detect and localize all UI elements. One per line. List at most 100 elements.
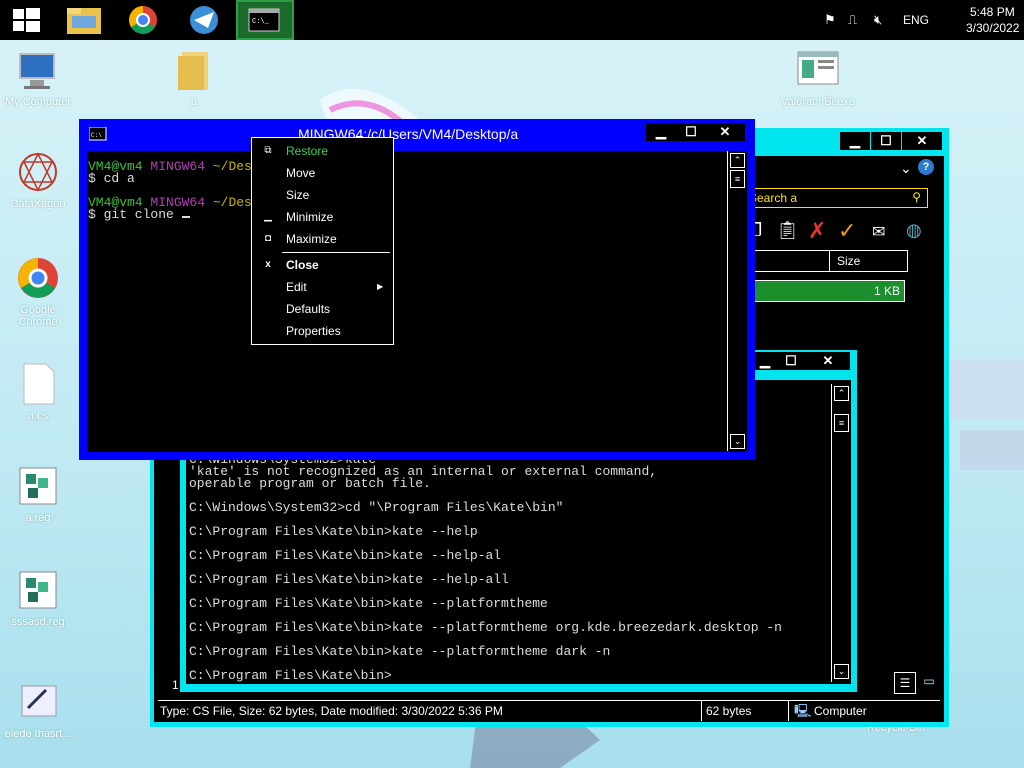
folder-icon bbox=[67, 8, 101, 34]
menu-item-minimize[interactable]: ▁ Minimize bbox=[252, 207, 393, 227]
menu-item-restore[interactable]: ⧉ Restore bbox=[252, 141, 393, 161]
desktop-icon-my-computer[interactable]: My Computer bbox=[0, 48, 76, 108]
console-line: C:\Program Files\Kate\bin>kate --help-al bbox=[189, 548, 502, 563]
menu-item-maximize[interactable]: ◘ Maximize bbox=[252, 229, 393, 249]
desktop-icon-chrome[interactable]: Google Chrome bbox=[0, 256, 76, 328]
maximize-icon: ◘ bbox=[264, 233, 272, 244]
maximize-button[interactable]: ☐ bbox=[871, 132, 901, 150]
close-icon: x bbox=[265, 259, 271, 270]
executable-icon bbox=[797, 51, 839, 85]
minimize-icon: ▁ bbox=[264, 211, 272, 222]
minimize-button[interactable]: ▁ bbox=[646, 123, 676, 141]
app-icon bbox=[190, 6, 218, 34]
volume-icon[interactable]: 🔇︎ bbox=[874, 12, 882, 28]
windows-logo-icon bbox=[13, 8, 40, 32]
page-number: 1 bbox=[172, 678, 179, 692]
help-icon[interactable]: ? bbox=[918, 159, 934, 175]
registry-file-icon bbox=[19, 571, 57, 609]
clock-date[interactable]: 3/30/2022 bbox=[966, 21, 1019, 35]
menu-item-close[interactable]: x Close bbox=[252, 255, 393, 275]
search-icon: ⚲ bbox=[912, 190, 921, 204]
scroll-down-icon[interactable]: ⌄ bbox=[730, 434, 745, 449]
toolbar: ❐ 📋︎ ✗ ✓ ✉ ◍ bbox=[746, 216, 940, 246]
desktop-icon-dataxagon[interactable]: DataXagon bbox=[0, 150, 76, 210]
clock-time[interactable]: 5:48 PM bbox=[970, 5, 1015, 19]
check-icon[interactable]: ✓ bbox=[838, 218, 856, 244]
start-button[interactable] bbox=[0, 0, 58, 40]
scroll-thumb[interactable]: ≡ bbox=[834, 414, 849, 432]
system-tray: ⚑ ⎍ 🔇︎ ENG 5:48 PM 3/30/2022 bbox=[824, 0, 1024, 40]
desktop-icon-label: DataXagon bbox=[10, 198, 66, 210]
desktop-icon-folder-a[interactable]: a bbox=[156, 48, 232, 108]
close-button[interactable]: ✕ bbox=[902, 132, 942, 150]
desktop-icon-label: Valorant Bi.exe bbox=[781, 96, 855, 108]
vertical-scrollbar[interactable]: ⌃ ≡ ⌄ bbox=[831, 384, 850, 682]
terminal-icon: C:\_ bbox=[248, 8, 280, 32]
mingw-console[interactable]: VM4@vm4 MINGW64 ~/Desktop/a $ cd a VM4@v… bbox=[87, 151, 747, 452]
scroll-up-icon[interactable]: ⌃ bbox=[730, 153, 745, 168]
desktop-icon-label: a bbox=[190, 96, 198, 108]
network-icon[interactable]: ⎍ bbox=[848, 12, 857, 28]
mingw-window[interactable]: C:\ MINGW64:/c/Users/VM4/Desktop/a ▁ ☐ ✕… bbox=[79, 119, 755, 460]
menu-item-size[interactable]: Size bbox=[252, 185, 393, 205]
minimize-button[interactable]: ▁ bbox=[840, 132, 870, 150]
desktop-icon-a-cs[interactable]: a.cs bbox=[0, 362, 76, 422]
console-line: C:\Program Files\Kate\bin>kate --platfor… bbox=[189, 596, 548, 611]
details-view-icon[interactable]: ☰ bbox=[894, 672, 916, 694]
globe-icon[interactable]: ◍ bbox=[906, 220, 922, 241]
file-row-selected[interactable]: 1 KB bbox=[754, 280, 905, 302]
taskbar-terminal[interactable]: C:\_ bbox=[236, 0, 294, 40]
scroll-up-icon[interactable]: ⌃ bbox=[834, 386, 849, 401]
thumbnails-view-icon[interactable]: ▭ bbox=[920, 672, 938, 690]
console-line: operable program or batch file. bbox=[189, 476, 431, 491]
desktop-icon-label: My Computer bbox=[4, 96, 72, 108]
chrome-icon bbox=[18, 258, 58, 298]
desktop-icon-a-reg[interactable]: a.reg bbox=[0, 464, 76, 524]
column-size[interactable]: Size bbox=[837, 254, 860, 268]
menu-item-properties[interactable]: Properties bbox=[252, 321, 393, 341]
shortcut-icon bbox=[21, 685, 57, 717]
svg-text:C:\: C:\ bbox=[91, 132, 102, 139]
taskbar-chrome[interactable] bbox=[116, 0, 174, 40]
computer-icon bbox=[19, 53, 55, 89]
desktop-icon-valorant[interactable]: Valorant Bi.exe bbox=[780, 48, 856, 108]
maximize-button[interactable]: ☐ bbox=[676, 123, 706, 141]
status-location: Computer bbox=[814, 704, 867, 718]
menu-item-edit[interactable]: Edit ▶ bbox=[252, 277, 393, 297]
svg-text:C:\_: C:\_ bbox=[252, 18, 270, 26]
flag-icon[interactable]: ⚑ bbox=[824, 12, 836, 28]
submenu-arrow-icon: ▶ bbox=[377, 282, 384, 291]
desktop-icon-label: Google Chrome bbox=[18, 304, 58, 328]
menu-item-move[interactable]: Move bbox=[252, 163, 393, 183]
chevron-down-icon[interactable]: ⌄ bbox=[900, 160, 912, 177]
language-indicator[interactable]: ENG bbox=[903, 13, 929, 27]
desktop-icon-sssasd-reg[interactable]: sssasd.reg bbox=[0, 568, 76, 628]
close-button[interactable]: ✕ bbox=[806, 352, 850, 370]
close-button[interactable]: ✕ bbox=[705, 123, 745, 141]
text-cursor bbox=[181, 216, 190, 218]
search-input[interactable]: Search a bbox=[749, 191, 797, 205]
cmd-output: C:\Windows\System32>kate'kate' is not re… bbox=[189, 453, 782, 682]
taskbar-file-explorer[interactable] bbox=[58, 0, 116, 40]
file-icon bbox=[23, 363, 55, 405]
vertical-scrollbar[interactable]: ⌃ ≡ ⌄ bbox=[727, 151, 746, 451]
console-line: C:\Program Files\Kate\bin>kate --platfor… bbox=[189, 644, 611, 659]
scroll-down-icon[interactable]: ⌄ bbox=[834, 664, 849, 679]
desktop-icon-label: sssasd.reg bbox=[11, 616, 65, 628]
taskbar-app[interactable] bbox=[174, 0, 232, 40]
desktop-icon-shortcut[interactable]: elede thasrt... bbox=[0, 680, 76, 740]
console-line: C:\Program Files\Kate\bin>kate --platfor… bbox=[189, 620, 782, 635]
window-context-menu: ⧉ Restore Move Size ▁ Minimize ◘ Maximiz… bbox=[251, 137, 394, 345]
delete-icon[interactable]: ✗ bbox=[808, 218, 826, 244]
desktop-icon-label: a.cs bbox=[27, 410, 49, 422]
console-line: C:\Program Files\Kate\bin>kate --help-al… bbox=[189, 572, 509, 587]
registry-file-icon bbox=[19, 467, 57, 505]
scroll-thumb[interactable]: ≡ bbox=[730, 170, 745, 188]
mail-icon[interactable]: ✉ bbox=[872, 222, 885, 242]
maximize-button[interactable]: ☐ bbox=[776, 352, 806, 370]
search-box[interactable]: Search a ⚲ bbox=[746, 188, 928, 208]
menu-item-defaults[interactable]: Defaults bbox=[252, 299, 393, 319]
desktop-icon-label: a.reg bbox=[25, 512, 51, 524]
dataxagon-icon bbox=[19, 152, 57, 192]
clipboard-icon[interactable]: 📋︎ bbox=[776, 220, 799, 241]
